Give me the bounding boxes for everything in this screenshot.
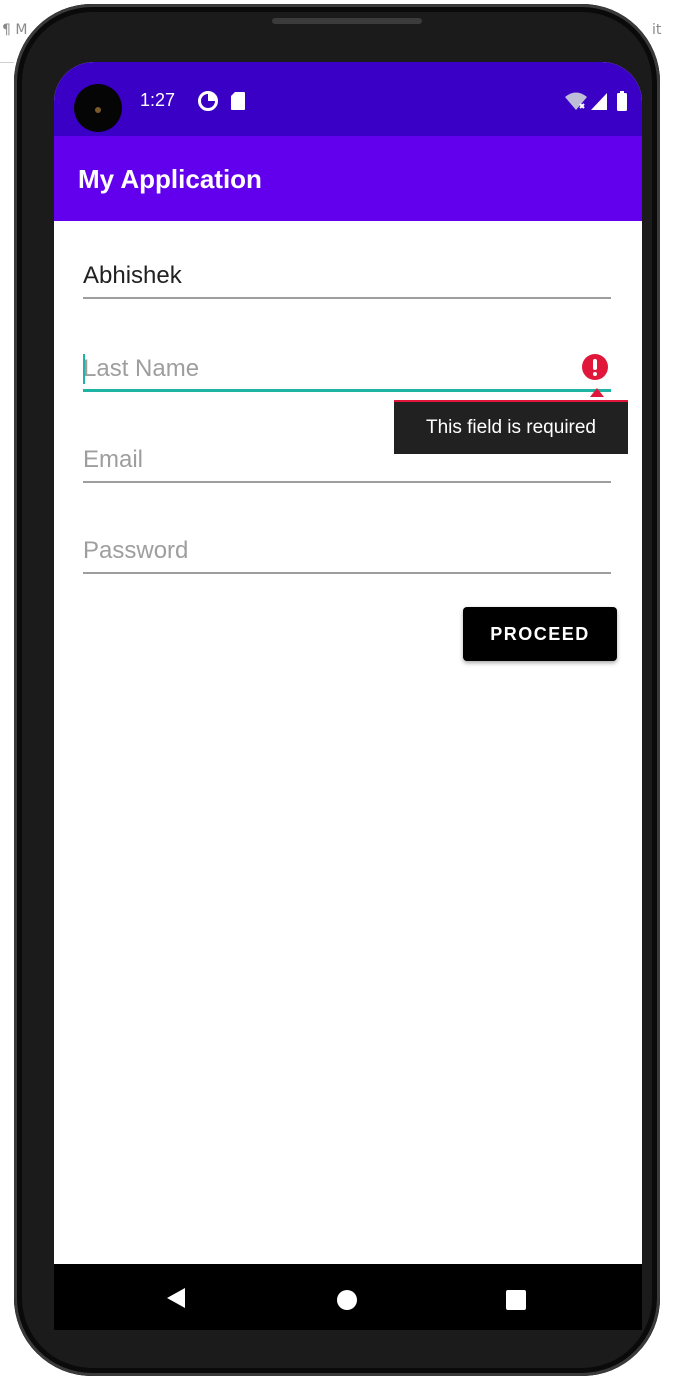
password-underline <box>83 572 611 574</box>
app-screen: 1:27 My Application Abhishek Last Name T… <box>54 62 642 1268</box>
last-name-underline <box>83 389 611 392</box>
recents-icon[interactable] <box>506 1290 526 1310</box>
speaker-grille <box>272 18 422 24</box>
battery-icon <box>617 91 627 111</box>
data-saver-icon <box>198 91 218 111</box>
last-name-placeholder: Last Name <box>83 355 200 382</box>
email-underline <box>83 481 611 483</box>
first-name-field[interactable]: Abhishek <box>83 262 611 302</box>
status-time: 1:27 <box>140 90 176 110</box>
app-title: My Application <box>78 164 262 194</box>
email-field[interactable]: Email <box>83 446 611 486</box>
navigation-bar <box>54 1264 642 1330</box>
error-tooltip-pointer <box>590 388 604 397</box>
proceed-button[interactable]: PROCEED <box>463 607 617 661</box>
email-placeholder: Email <box>83 446 144 473</box>
password-placeholder: Password <box>83 537 189 564</box>
background-divider <box>0 62 14 63</box>
home-icon[interactable] <box>337 1290 357 1310</box>
signal-icon <box>591 93 607 110</box>
error-icon[interactable] <box>582 354 608 380</box>
front-camera <box>74 84 122 132</box>
last-name-field[interactable]: Last Name <box>83 354 611 394</box>
wifi-icon <box>565 92 587 110</box>
background-text-fragment-right: it <box>652 22 662 38</box>
background-text-fragment-left: ¶ M <box>2 22 28 38</box>
status-bar: 1:27 <box>54 62 642 136</box>
back-icon[interactable] <box>166 1287 186 1309</box>
first-name-underline <box>83 297 611 299</box>
sd-card-icon <box>231 92 245 110</box>
password-field[interactable]: Password <box>83 537 611 577</box>
first-name-value: Abhishek <box>83 262 182 289</box>
